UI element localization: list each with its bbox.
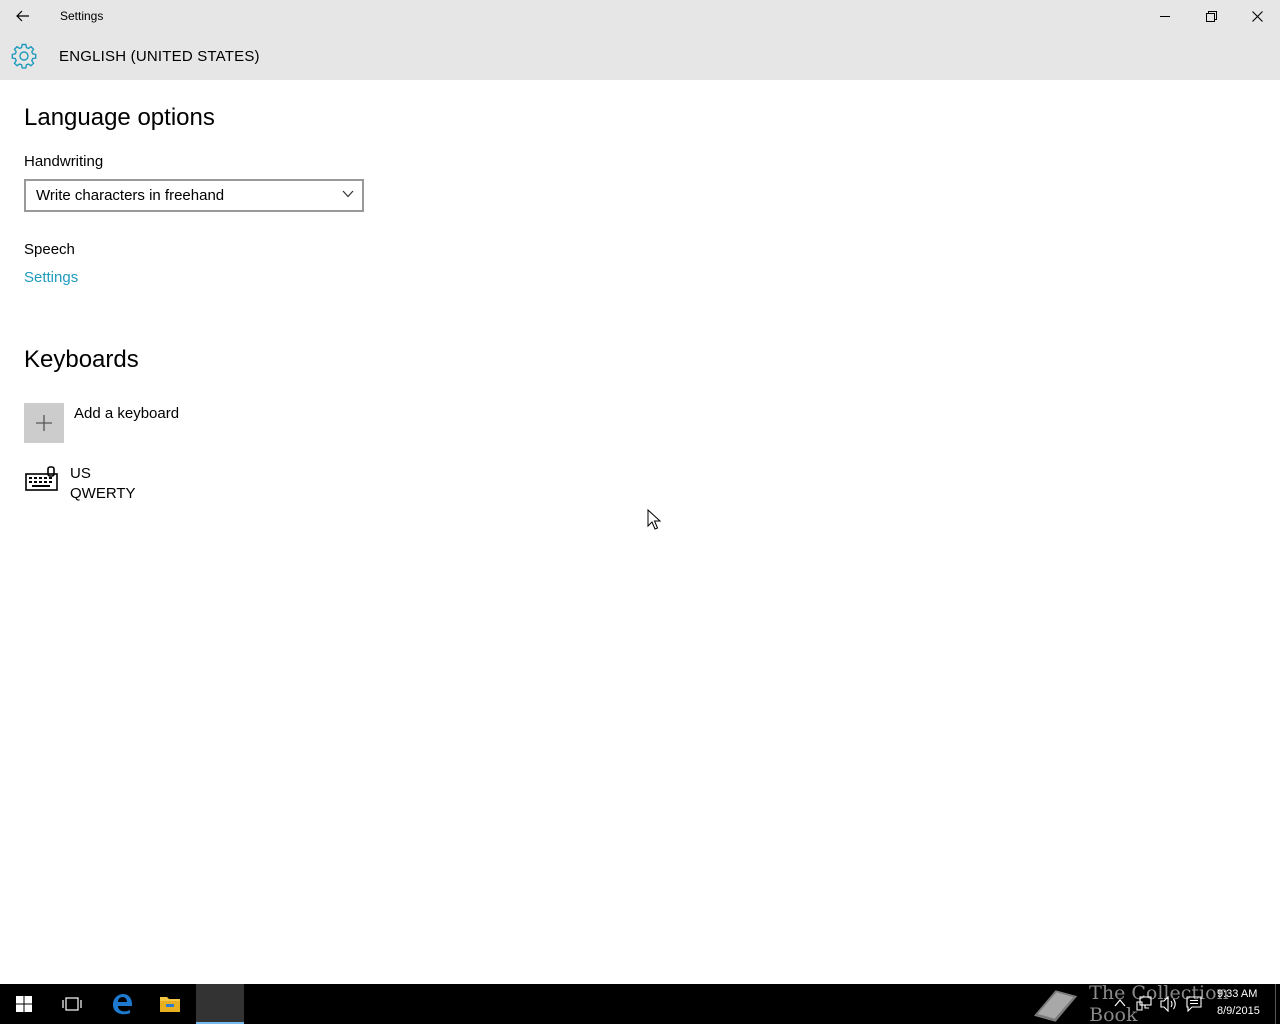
taskbar: The Collection Book 9:33 AM 8/9/2015	[0, 982, 1280, 1026]
task-view-icon	[62, 997, 82, 1011]
page-title: ENGLISH (UNITED STATES)	[59, 48, 260, 65]
title-bar: Settings	[0, 0, 1280, 32]
close-icon	[1251, 10, 1263, 22]
chevron-down-icon	[342, 190, 354, 198]
keyboard-layout: QWERTY	[70, 485, 136, 502]
edge-browser-button[interactable]	[98, 984, 146, 1024]
keyboards-heading: Keyboards	[24, 346, 139, 373]
minimize-button[interactable]	[1142, 0, 1188, 32]
settings-taskbar-button[interactable]	[196, 984, 244, 1024]
handwriting-selected-value: Write characters in freehand	[36, 187, 225, 204]
volume-icon[interactable]	[1160, 996, 1178, 1012]
back-button[interactable]	[8, 3, 38, 29]
page-header: ENGLISH (UNITED STATES)	[0, 32, 1280, 80]
keyboard-icon	[25, 466, 58, 491]
windows-logo-icon	[16, 996, 32, 1012]
clock-date[interactable]: 8/9/2015	[1217, 1005, 1260, 1017]
folder-icon	[160, 997, 180, 1012]
show-desktop-button[interactable]	[1275, 984, 1276, 1024]
task-view-button[interactable]	[48, 984, 96, 1024]
book-icon	[1033, 990, 1078, 1022]
window-title: Settings	[60, 9, 104, 23]
add-keyboard-label[interactable]: Add a keyboard	[74, 405, 179, 422]
file-explorer-button[interactable]	[146, 984, 194, 1024]
start-button[interactable]	[0, 984, 48, 1024]
action-center-icon[interactable]	[1186, 996, 1202, 1012]
edge-browser-icon	[113, 994, 132, 1015]
speech-settings-link[interactable]: Settings	[24, 269, 78, 286]
handwriting-label: Handwriting	[24, 153, 104, 170]
add-keyboard-button[interactable]	[24, 403, 64, 443]
chevron-up-icon[interactable]	[1114, 996, 1126, 1010]
plus-icon	[36, 415, 52, 431]
clock-time[interactable]: 9:33 AM	[1217, 988, 1257, 1000]
language-options-heading: Language options	[24, 104, 215, 131]
restore-button[interactable]	[1188, 0, 1234, 32]
minimize-icon	[1160, 16, 1170, 17]
mouse-cursor-icon	[647, 509, 661, 530]
speech-label: Speech	[24, 241, 75, 258]
network-icon[interactable]	[1136, 996, 1152, 1012]
arrow-left-icon	[16, 10, 29, 22]
keyboard-name: US	[70, 465, 91, 482]
close-button[interactable]	[1234, 0, 1280, 32]
gear-icon	[11, 43, 37, 69]
handwriting-dropdown[interactable]: Write characters in freehand	[24, 179, 364, 212]
restore-icon	[1205, 10, 1217, 22]
